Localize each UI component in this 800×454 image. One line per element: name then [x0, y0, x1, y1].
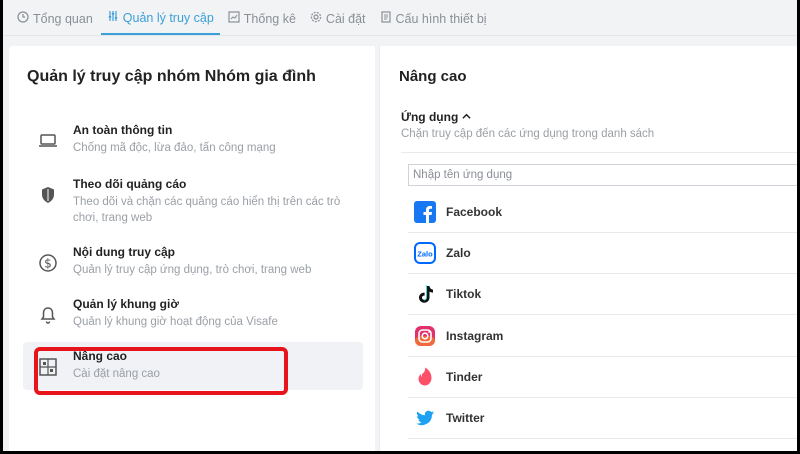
- app-row-instagram[interactable]: Instagram: [408, 316, 797, 357]
- menu-item-description: Chống mã độc, lừa đảo, tấn công mạng: [73, 142, 276, 154]
- app-name: Twitter: [446, 411, 485, 425]
- panel-title: Quản lý truy cập nhóm Nhóm gia đình: [27, 68, 316, 85]
- tab-label: Cấu hình thiết bị: [395, 11, 487, 26]
- menu-item-ad-tracking[interactable]: Theo dõi quảng cáo Theo dõi và chặn các …: [23, 170, 363, 224]
- dollar-icon: $: [37, 252, 59, 274]
- app-search-input[interactable]: [408, 164, 797, 186]
- app-name: Facebook: [446, 205, 503, 219]
- app-row-zalo[interactable]: Zalo Zalo: [408, 233, 797, 274]
- app-name: Instagram: [446, 329, 504, 343]
- menu-item-description: Cài đặt nâng cao: [73, 368, 160, 380]
- section-description: Chặn truy cập đến các ứng dụng trong dan…: [401, 128, 655, 140]
- section-title: Ứng dụng: [401, 110, 459, 124]
- app-row-tinder[interactable]: Tinder: [408, 357, 797, 398]
- menu-item-description: Theo dõi và chặn các quảng cáo hiển thị …: [73, 196, 341, 224]
- tab-overview[interactable]: Tổng quan: [11, 2, 99, 35]
- tab-settings[interactable]: Cài đặt: [304, 2, 372, 35]
- chevron-up-icon: [462, 110, 471, 124]
- gear-icon: [310, 11, 322, 26]
- twitter-icon: [416, 410, 434, 426]
- menu-item-info-security[interactable]: An toàn thông tin Chống mã độc, lừa đảo,…: [23, 116, 363, 164]
- advanced-settings-panel: Nâng cao Ứng dụng Chặn truy cập đến các …: [379, 46, 797, 451]
- divider: [401, 152, 797, 153]
- zalo-icon: Zalo: [414, 242, 436, 264]
- app-name: Zalo: [446, 246, 471, 260]
- menu-item-access-content[interactable]: $ Nội dung truy cập Quản lý truy cập ứng…: [23, 238, 363, 286]
- app-name: Tinder: [446, 370, 483, 384]
- app-name: Tiktok: [446, 287, 482, 301]
- tab-statistics[interactable]: Thống kê: [222, 2, 302, 35]
- tab-label: Quản lý truy cập: [122, 10, 214, 25]
- tiktok-icon: [419, 285, 433, 303]
- sliders-icon: [107, 10, 119, 25]
- menu-item-time-schedule[interactable]: Quản lý khung giờ Quản lý khung giờ hoạt…: [23, 290, 363, 338]
- menu-item-title: Nâng cao: [73, 349, 128, 363]
- tab-label: Tổng quan: [33, 11, 93, 26]
- instagram-icon: [415, 326, 435, 346]
- top-tabs: Tổng quan Quản lý truy cập Thống kê Cài …: [3, 0, 797, 36]
- menu-item-description: Quản lý truy cập ứng dụng, trò chơi, tra…: [73, 264, 312, 276]
- access-menu-panel: Quản lý truy cập nhóm Nhóm gia đình An t…: [9, 46, 375, 451]
- menu-item-title: Theo dõi quảng cáo: [73, 177, 187, 191]
- app-row-tiktok[interactable]: Tiktok: [408, 274, 797, 315]
- tab-label: Cài đặt: [325, 11, 366, 26]
- shield-icon: [37, 184, 59, 206]
- tab-label: Thống kê: [243, 11, 296, 26]
- facebook-icon: [414, 201, 436, 223]
- app-row-facebook[interactable]: Facebook: [408, 192, 797, 233]
- bell-icon: [37, 304, 59, 326]
- menu-item-title: An toàn thông tin: [73, 123, 173, 137]
- apps-section-toggle[interactable]: Ứng dụng: [401, 110, 471, 124]
- tinder-icon: [418, 367, 432, 386]
- panel-title: Nâng cao: [399, 68, 467, 85]
- app-row-twitter[interactable]: Twitter: [408, 398, 797, 439]
- chart-icon: [228, 11, 240, 26]
- grid-icon: [37, 356, 59, 378]
- clock-icon: [17, 11, 29, 26]
- svg-text:$: $: [44, 257, 52, 271]
- laptop-icon: [37, 130, 59, 152]
- menu-item-advanced[interactable]: Nâng cao Cài đặt nâng cao: [23, 342, 363, 390]
- svg-text:Zalo: Zalo: [417, 250, 433, 259]
- tab-device-config[interactable]: Cấu hình thiết bị: [374, 2, 493, 35]
- tab-access-management[interactable]: Quản lý truy cập: [100, 2, 220, 35]
- menu-item-title: Nội dung truy cập: [73, 245, 175, 259]
- menu-item-description: Quản lý khung giờ hoạt động của Visafe: [73, 316, 278, 328]
- menu-item-title: Quản lý khung giờ: [73, 297, 179, 311]
- app-frame: Tổng quan Quản lý truy cập Thống kê Cài …: [3, 0, 797, 451]
- device-icon: [380, 11, 392, 26]
